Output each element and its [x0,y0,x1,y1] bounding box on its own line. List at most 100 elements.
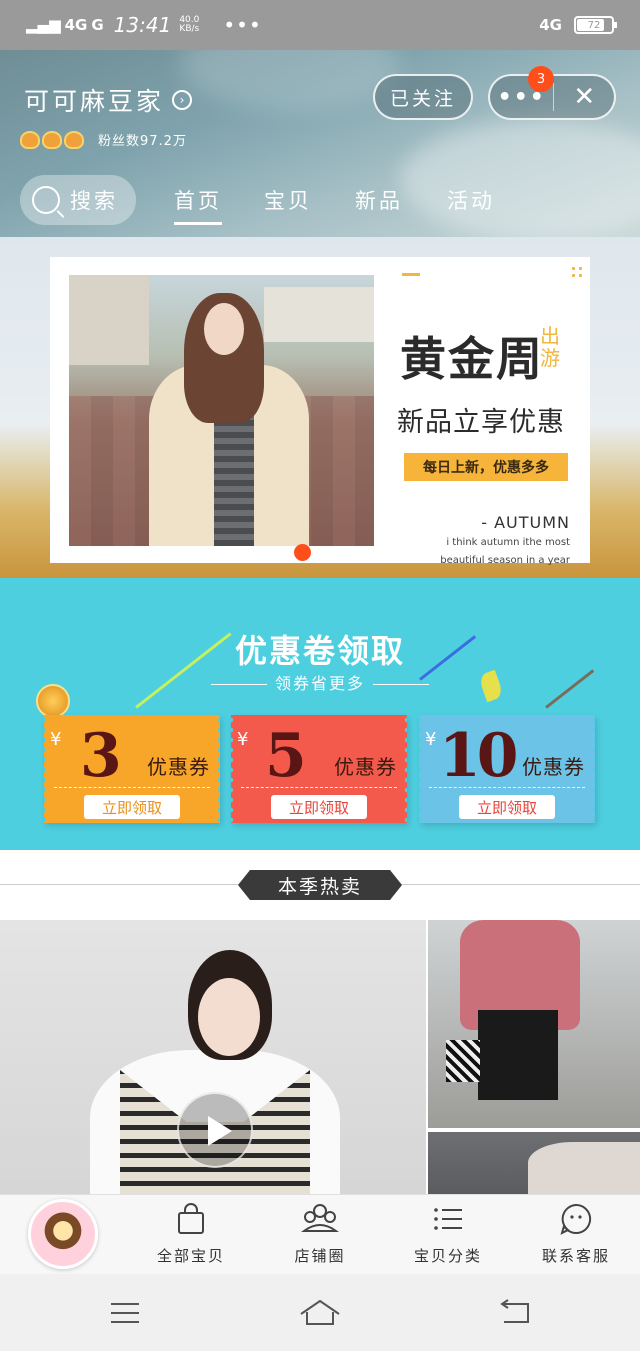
product-card[interactable] [428,920,640,1128]
network-label: 4G [64,16,88,34]
tab-events[interactable]: 活动 [447,185,495,215]
carousel-indicator[interactable] [294,544,311,561]
cloud-decoration [180,50,400,110]
tab-home[interactable]: 首页 [174,185,222,225]
group-icon [300,1204,340,1232]
dots-decoration [570,265,584,279]
crown-icon [20,130,40,149]
photo-face [204,303,244,355]
photo-building [264,287,374,342]
fans-count: 粉丝数97.2万 [98,134,187,149]
all-items-button[interactable]: 全部宝贝 [141,1201,241,1266]
model-bag [446,1040,480,1082]
notification-badge: 3 [528,66,554,92]
play-icon[interactable] [177,1092,253,1168]
banner-tagline: 每日上新，优惠多多 [404,453,568,481]
signal-icon: ▂▄▆ [26,16,61,34]
shop-bottom-bar: 全部宝贝 店铺圈 宝贝分类 联系客服 [0,1194,640,1274]
coupon-card[interactable]: ¥ 5 优惠券 立即领取 [231,715,407,823]
banner-autumn: - AUTUMN [481,513,570,532]
search-button[interactable]: 搜索 [20,175,136,225]
network-speed: 40.0 KB/s [179,16,199,34]
customer-service-label: 联系客服 [541,1247,610,1265]
back-icon[interactable] [496,1298,532,1328]
system-nav-bar [0,1274,640,1351]
categories-label: 宝贝分类 [413,1247,482,1265]
customer-service-button[interactable]: 联系客服 [526,1201,626,1266]
clock: 13:41 [113,13,172,37]
claim-button[interactable]: 立即领取 [459,795,555,819]
banner-photo [69,275,374,546]
coupon-label: 优惠券 [522,755,585,779]
more-status-icon: ••• [223,13,262,37]
shop-circle-button[interactable]: 店铺圈 [270,1201,370,1266]
battery-icon: 72 [574,16,617,34]
divider [241,787,397,788]
search-label: 搜索 [70,189,118,213]
tab-new[interactable]: 新品 [355,185,403,215]
coupon-amount: 3 [80,721,122,791]
coupon-amount: 10 [439,721,518,791]
coupon-subtitle: 领券省更多 [0,670,640,694]
status-bar: ▂▄▆ 4G G 13:41 40.0 KB/s ••• 4G 72 [0,0,640,50]
section-header: 本季热卖 [0,850,640,920]
claim-button[interactable]: 立即领取 [84,795,180,819]
photo-building [69,275,149,365]
network-label-2: G [91,16,104,34]
search-icon [32,186,60,214]
banner-caption-2: beautiful season in a year [440,555,570,566]
crown-icon [64,130,84,149]
coupon-title: 优惠卷领取 [234,632,405,670]
categories-button[interactable]: 宝贝分类 [398,1201,498,1266]
list-icon [434,1208,462,1230]
currency-symbol: ¥ [425,729,437,750]
speed-unit: KB/s [179,24,200,34]
claim-button[interactable]: 立即领取 [271,795,367,819]
coupon-label: 优惠券 [147,755,210,779]
home-icon[interactable] [298,1298,342,1328]
coupon-label: 优惠券 [334,755,397,779]
model-face [198,978,260,1056]
chevron-right-icon: › [172,90,193,110]
coupon-amount: 5 [265,721,307,791]
tab-items[interactable]: 宝贝 [264,185,312,215]
network-label-right: 4G [539,16,562,34]
banner-side-text: 出游 [540,324,560,370]
coupon-card[interactable]: ¥ 10 优惠券 立即领取 [419,715,595,823]
currency-symbol: ¥ [50,729,62,750]
status-right: 4G 72 [539,16,617,34]
coupon-subtitle-text: 领券省更多 [274,674,365,693]
product-card[interactable] [428,1132,640,1194]
currency-symbol: ¥ [237,729,249,750]
menu-icon[interactable] [108,1300,142,1326]
accent-bar [402,273,420,276]
shop-circle-label: 店铺圈 [294,1247,346,1265]
shop-header: 可可麻豆家 › 粉丝数97.2万 已关注 ••• ✕ 3 搜索 首页 宝贝 新品… [0,50,640,237]
all-items-label: 全部宝贝 [156,1247,225,1265]
shop-avatar[interactable] [28,1199,98,1269]
divider [54,787,210,788]
banner-subtitle: 新品立享优惠 [397,407,565,438]
product-video-card[interactable] [0,920,426,1194]
product-grid [0,920,640,1194]
shop-nav: 搜索 首页 宝贝 新品 活动 [0,175,640,225]
section-title: 本季热卖 [238,870,402,900]
close-button[interactable]: ✕ [554,82,614,112]
crown-icon [42,130,62,149]
shop-level: 粉丝数97.2万 [20,130,187,149]
banner-caption-1: i think autumn ithe most [446,537,570,548]
promo-banner[interactable]: 黄金周 出游 新品立享优惠 每日上新，优惠多多 - AUTUMN i think… [0,237,640,578]
shop-name-link[interactable]: 可可麻豆家 › [24,82,193,118]
battery-level: 72 [587,19,601,31]
shop-name: 可可麻豆家 [24,87,165,116]
coupon-section: 优惠卷领取 领券省更多 ¥ 3 优惠券 立即领取 ¥ 5 优惠券 立即领取 ¥ … [0,578,640,850]
coupon-card[interactable]: ¥ 3 优惠券 立即领取 [44,715,220,823]
divider [429,787,585,788]
banner-card: 黄金周 出游 新品立享优惠 每日上新，优惠多多 - AUTUMN i think… [50,257,590,566]
model-shirt [528,1142,640,1194]
follow-button[interactable]: 已关注 [373,74,473,120]
chat-icon [560,1203,592,1235]
model-skirt [478,1010,558,1100]
banner-title: 黄金周 [400,332,544,386]
shopping-bag-icon [178,1203,204,1234]
